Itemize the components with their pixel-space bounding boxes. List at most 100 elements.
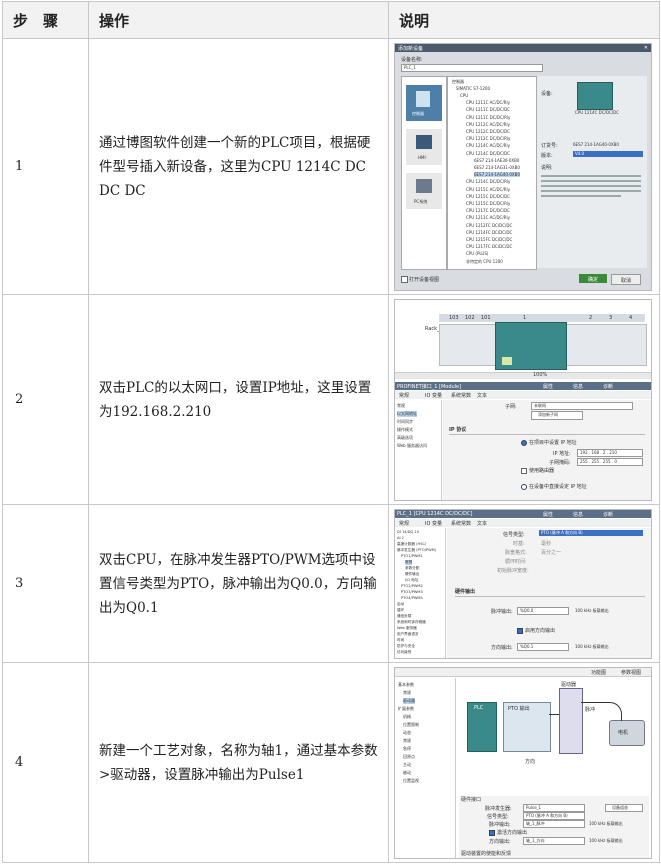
tree-item[interactable]: CPU 1212C DC/DC/Rly xyxy=(466,136,510,141)
tree-item[interactable]: CPU xyxy=(460,93,468,98)
radio-project-ip[interactable] xyxy=(521,439,527,446)
nav-item[interactable]: 常规 xyxy=(403,738,411,744)
tree-item[interactable]: CPU 1211C DC/DC/Rly xyxy=(466,115,510,120)
nav-item[interactable]: 常规 xyxy=(405,559,413,565)
nav-item[interactable]: 脉冲发生器 (PTO/PWM) xyxy=(397,548,436,553)
nav-item[interactable]: 时间 xyxy=(397,638,404,643)
nav-item[interactable]: 位置监视 xyxy=(403,778,419,784)
tab-2[interactable]: 系统常数 xyxy=(451,520,471,527)
controller-button[interactable]: 控制器 xyxy=(406,84,442,121)
nav-item[interactable]: 常规 xyxy=(403,690,411,696)
props-tab[interactable]: 属性 xyxy=(543,383,553,390)
nav-item[interactable]: 高速计数器 (HSC) xyxy=(397,542,426,547)
tree-item[interactable]: CPU 1215C DC/DC/DC xyxy=(466,194,510,199)
nav-item[interactable]: 位置限制 xyxy=(403,722,419,728)
router-checkbox[interactable] xyxy=(521,467,527,474)
nav-item[interactable]: 循环 xyxy=(397,608,404,613)
tab-2[interactable]: 系统常数 xyxy=(451,392,471,399)
tree-item[interactable]: CPU 1215C DC/DC/Rly xyxy=(466,201,510,206)
nav-item[interactable]: 驱动器 xyxy=(403,697,415,704)
tree-item[interactable]: CPU 1211C AC/DC/Rly xyxy=(466,100,510,105)
dir-out-select[interactable]: 轴_1_方向 xyxy=(523,836,585,845)
nav-item[interactable]: 用户界面语言 xyxy=(397,632,419,637)
tab-0[interactable]: 常规 xyxy=(399,520,409,527)
diag-tab[interactable]: 诊断 xyxy=(603,383,613,390)
tree-item[interactable]: CPU 1214C DC/DC/Rly xyxy=(466,179,510,184)
tree-item[interactable]: 6ES7 214-1AE30-0XB0 xyxy=(474,158,519,163)
hmi-button[interactable]: HMI xyxy=(406,128,442,165)
ethernet-port-icon[interactable] xyxy=(502,356,512,365)
cancel-button[interactable]: 取消 xyxy=(611,273,641,285)
subnet-select[interactable]: 未联网 xyxy=(531,401,633,410)
tree-item[interactable]: CPU 1212FC DC/DC/DC xyxy=(466,223,512,228)
nav-item[interactable]: 常规 xyxy=(397,403,405,409)
version-select[interactable]: V4.0 xyxy=(573,150,643,157)
nav-item[interactable]: 主动 xyxy=(403,762,411,768)
tree-item[interactable]: CPU 1211C AC/DC/Rly xyxy=(466,215,510,220)
enable-dir-checkbox[interactable] xyxy=(517,627,523,634)
pulse-out-select[interactable]: 轴_1_脉冲 xyxy=(523,819,585,828)
nav-item[interactable]: 被动 xyxy=(403,770,411,776)
nav-item[interactable]: 启动 xyxy=(397,602,404,607)
signal-type-select[interactable]: PTO (脉冲 A 和方向 B) xyxy=(523,811,585,820)
tree-item[interactable]: CPU 1212C DC/DC/DC xyxy=(466,129,510,134)
tree-item[interactable]: SIMATIC S7-1200 xyxy=(456,86,490,91)
open-view-checkbox[interactable] xyxy=(401,275,408,283)
nav-item[interactable]: 扩展参数 xyxy=(398,706,414,712)
info-tab[interactable]: 信息 xyxy=(573,383,583,390)
nav-item[interactable]: 动态 xyxy=(403,730,411,736)
tree-item[interactable]: 6ES7 214-1AG40-0XB0 xyxy=(474,172,520,178)
tab-function-view[interactable]: 功能图 xyxy=(591,669,606,676)
nav-item[interactable]: 时间同步 xyxy=(397,419,413,425)
nav-item[interactable]: 机械 xyxy=(403,714,411,720)
ok-button[interactable]: 确定 xyxy=(579,273,607,283)
tree-item[interactable]: 非特定的 CPU 1200 xyxy=(466,259,503,265)
tree-item[interactable]: CPU 1214FC DC/DC/DC xyxy=(466,230,512,235)
signal-type-select[interactable]: PTO (脉冲 A 和方向 B) xyxy=(539,529,643,536)
props-tab[interactable]: 属性 xyxy=(543,511,553,518)
nav-item[interactable]: I/O 地址 xyxy=(405,578,418,583)
tree-item[interactable]: CPU 1217C DC/DC/DC xyxy=(466,208,510,213)
tree-item[interactable]: CPU (PLUS) xyxy=(466,251,488,256)
tab-3[interactable]: 文本 xyxy=(477,520,487,527)
enable-dir-checkbox[interactable] xyxy=(489,829,495,836)
cpu-module[interactable] xyxy=(495,321,567,370)
tree-item[interactable]: CPU 1211C DC/DC/DC xyxy=(466,107,510,112)
nav-item[interactable]: 访问级别 xyxy=(397,650,411,655)
tab-1[interactable]: IO 变量 xyxy=(425,392,442,399)
nav-item[interactable]: PTO4/PWM4 xyxy=(401,596,423,600)
nav-item[interactable]: Web 服务器访问 xyxy=(397,443,427,449)
zoom-value[interactable]: 100% xyxy=(533,372,547,378)
pc-system-button[interactable]: PC系统 xyxy=(406,172,442,209)
tree-item[interactable]: CPU 1215FC DC/DC/DC xyxy=(466,237,512,242)
ip-input[interactable]: 192 . 168 . 2 . 210 xyxy=(577,448,643,457)
tree-item[interactable]: 控制器 xyxy=(452,79,464,85)
pulse-out-input[interactable]: %Q0.0 xyxy=(517,606,569,615)
nav-item[interactable]: Web 服务器 xyxy=(397,626,417,631)
nav-item[interactable]: 回原点 xyxy=(403,754,415,760)
tree-item[interactable]: CPU 1217FC DC/DC/DC xyxy=(466,244,512,249)
device-name-input[interactable]: PLC_1 xyxy=(401,63,543,72)
tab-3[interactable]: 文本 xyxy=(477,392,487,399)
nav-item[interactable]: 急停 xyxy=(403,746,411,752)
tree-item[interactable]: 6ES7 214-1AG31-0XB0 xyxy=(474,165,520,170)
close-icon[interactable]: ✕ xyxy=(644,45,648,51)
nav-item[interactable]: PTO2/PWM2 xyxy=(401,584,423,588)
tree-item[interactable]: CPU 1212C AC/DC/Rly xyxy=(466,122,510,127)
tab-1[interactable]: IO 变量 xyxy=(425,520,442,527)
tree-item[interactable]: CPU 1214C DC/DC/DC xyxy=(466,151,510,156)
pulse-gen-select[interactable]: Pulse_1 xyxy=(523,803,585,812)
dir-out-input[interactable]: %Q0.1 xyxy=(517,642,569,651)
nav-item[interactable]: PTO1/PWM1 xyxy=(401,554,423,558)
device-config-button[interactable]: 设备组态 xyxy=(605,803,643,812)
nav-item[interactable]: 硬件输出 xyxy=(405,572,419,577)
radio-direct-ip[interactable] xyxy=(521,483,527,490)
nav-item[interactable]: 以太网地址 xyxy=(397,410,417,417)
mask-input[interactable]: 255 . 255 . 255 . 0 xyxy=(577,457,643,466)
nav-item[interactable]: AI 2 xyxy=(397,536,404,540)
nav-item[interactable]: 防护与安全 xyxy=(397,644,415,649)
nav-item[interactable]: PTO3/PWM3 xyxy=(401,590,423,594)
nav-item[interactable]: 参数分配 xyxy=(405,566,419,571)
tree-item[interactable]: CPU 1215C AC/DC/Rly xyxy=(466,187,510,192)
tree-item[interactable]: CPU 1214C AC/DC/Rly xyxy=(466,143,510,148)
